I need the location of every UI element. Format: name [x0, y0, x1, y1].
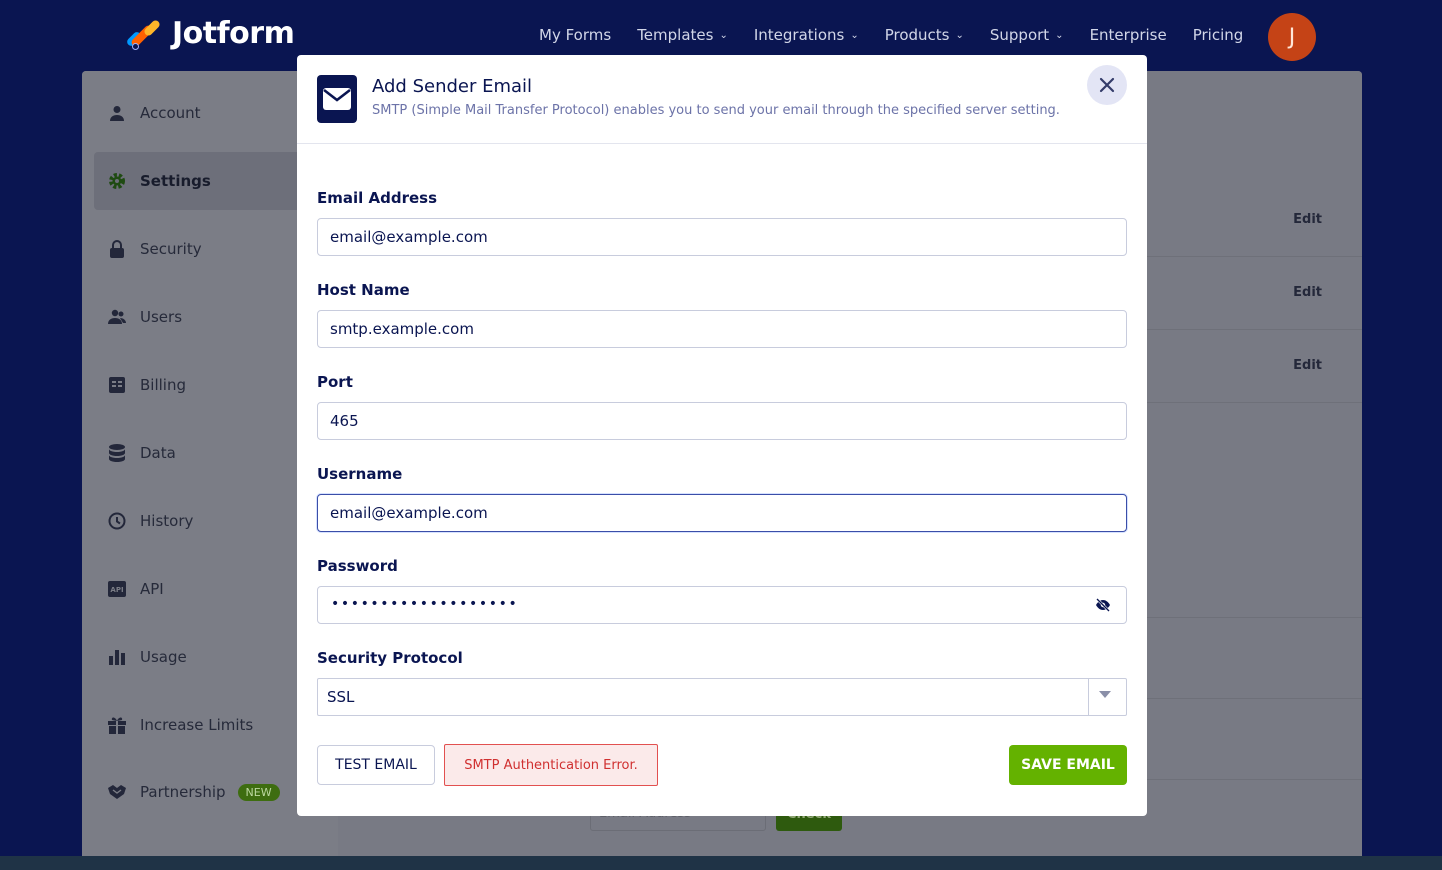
- sidebar-item-security[interactable]: Security: [94, 220, 326, 278]
- host-name-label: Host Name: [317, 281, 410, 299]
- edit-link[interactable]: Edit: [1293, 212, 1322, 227]
- main-nav: My Forms Templates ⌄ Integrations ⌄ Produc…: [539, 26, 1269, 44]
- caret-down-icon: [1099, 691, 1111, 698]
- sidebar-item-api[interactable]: API API: [94, 560, 326, 618]
- billing-icon: [108, 376, 126, 394]
- eye-slash-icon[interactable]: [1093, 595, 1113, 615]
- sidebar-item-label: API: [140, 580, 164, 598]
- nav-label: Pricing: [1192, 26, 1244, 44]
- modal-subtitle: SMTP (Simple Mail Transfer Protocol) ena…: [372, 103, 1060, 118]
- nav-support[interactable]: Support ⌄: [990, 26, 1064, 44]
- nav-enterprise[interactable]: Enterprise: [1090, 26, 1167, 44]
- nav-label: Enterprise: [1089, 26, 1167, 44]
- nav-label: My Forms: [539, 26, 612, 44]
- nav-products[interactable]: Products ⌄: [885, 26, 964, 44]
- sidebar-item-label: Data: [140, 444, 176, 462]
- edit-link[interactable]: Edit: [1293, 285, 1322, 300]
- jotform-logo-icon: [125, 17, 162, 51]
- sidebar-item-history[interactable]: History: [94, 492, 326, 550]
- nav-integrations[interactable]: Integrations ⌄: [754, 26, 859, 44]
- nav-label: Support: [989, 26, 1050, 44]
- sidebar-item-label: History: [140, 512, 194, 530]
- chevron-down-icon: ⌄: [1055, 29, 1064, 41]
- nav-label: Products: [884, 26, 950, 44]
- svg-text:API: API: [110, 586, 123, 594]
- sidebar-item-usage[interactable]: Usage: [94, 628, 326, 686]
- sidebar-item-settings[interactable]: Settings: [94, 152, 326, 210]
- sidebar-item-label: Increase Limits: [140, 716, 254, 734]
- sidebar-item-label: Billing: [140, 376, 186, 394]
- host-name-input[interactable]: [317, 310, 1127, 348]
- sidebar-item-account[interactable]: Account: [94, 84, 326, 142]
- security-protocol-label: Security Protocol: [317, 649, 463, 667]
- select-divider: [1088, 679, 1089, 715]
- gift-icon: [108, 716, 126, 734]
- users-icon: [108, 308, 126, 326]
- save-email-button[interactable]: SAVE EMAIL: [1009, 745, 1127, 785]
- nav-pricing[interactable]: Pricing: [1193, 26, 1244, 44]
- chevron-down-icon: ⌄: [955, 29, 964, 41]
- gear-icon: [108, 172, 126, 190]
- modal-header: Add Sender Email SMTP (Simple Mail Trans…: [297, 55, 1147, 144]
- close-icon: [1099, 77, 1115, 93]
- smtp-error-message: SMTP Authentication Error.: [444, 744, 658, 786]
- jotform-logo[interactable]: Jotform: [125, 16, 295, 51]
- port-input[interactable]: [317, 402, 1127, 440]
- api-icon: API: [108, 580, 126, 598]
- sidebar-item-label: Account: [140, 104, 201, 122]
- sidebar-item-partnership[interactable]: Partnership NEW: [94, 763, 326, 821]
- username-label: Username: [317, 465, 403, 483]
- sidebar-item-users[interactable]: Users: [94, 288, 326, 346]
- edit-link[interactable]: Edit: [1293, 358, 1322, 373]
- new-badge: NEW: [237, 783, 280, 801]
- email-address-input[interactable]: [317, 218, 1127, 256]
- user-avatar[interactable]: J: [1268, 13, 1316, 61]
- sidebar-item-label: Security: [140, 240, 202, 258]
- os-taskbar: [0, 856, 1442, 870]
- chevron-down-icon: ⌄: [719, 29, 728, 41]
- avatar-initial: J: [1288, 24, 1296, 50]
- nav-my-forms[interactable]: My Forms: [539, 26, 611, 44]
- email-address-label: Email Address: [317, 189, 438, 207]
- database-icon: [108, 444, 126, 462]
- sidebar-item-data[interactable]: Data: [94, 424, 326, 482]
- sidebar-item-label: Usage: [140, 648, 187, 666]
- envelope-icon: [317, 75, 357, 123]
- handshake-icon: [108, 783, 126, 801]
- brand-name: Jotform: [172, 16, 295, 51]
- add-sender-email-modal: Add Sender Email SMTP (Simple Mail Trans…: [297, 55, 1147, 816]
- nav-label: Integrations: [753, 26, 845, 44]
- lock-icon: [108, 240, 126, 258]
- sidebar-item-label: Users: [140, 308, 183, 326]
- bar-chart-icon: [108, 648, 126, 666]
- password-label: Password: [317, 557, 398, 575]
- test-email-button[interactable]: TEST EMAIL: [317, 745, 435, 785]
- security-protocol-value: SSL: [327, 688, 355, 706]
- nav-label: Templates: [637, 26, 714, 44]
- chevron-down-icon: ⌄: [850, 29, 859, 41]
- history-icon: [108, 512, 126, 530]
- security-protocol-select[interactable]: SSL: [317, 678, 1127, 716]
- port-label: Port: [317, 373, 353, 391]
- sidebar-item-billing[interactable]: Billing: [94, 356, 326, 414]
- nav-templates[interactable]: Templates ⌄: [637, 26, 728, 44]
- password-masked-value: •••••••••••••••••••: [331, 596, 519, 612]
- modal-title: Add Sender Email: [372, 76, 533, 97]
- sidebar-item-label: Partnership: [140, 783, 226, 801]
- sidebar-item-label: Settings: [140, 172, 211, 190]
- sidebar-item-increase-limits[interactable]: Increase Limits: [94, 696, 326, 754]
- username-input[interactable]: [317, 494, 1127, 532]
- close-button[interactable]: [1087, 65, 1127, 105]
- user-icon: [108, 104, 126, 122]
